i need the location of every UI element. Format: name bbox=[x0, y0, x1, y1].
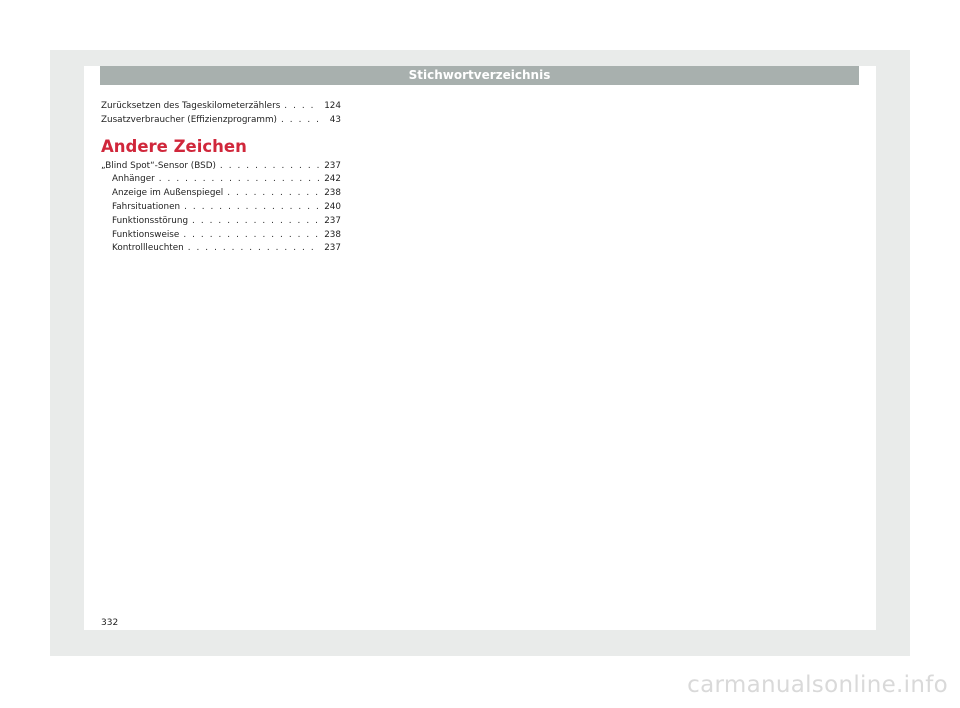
dot-leader bbox=[159, 173, 320, 187]
dot-leader bbox=[183, 229, 320, 243]
index-page-ref: 43 bbox=[329, 114, 341, 125]
index-entry-main: „Blind Spot“-Sensor (BSD) 237 bbox=[101, 160, 341, 174]
index-entry: Zurücksetzen des Tageskilometerzählers 1… bbox=[101, 100, 341, 114]
index-term: Zurücksetzen des Tageskilometerzählers bbox=[101, 101, 281, 111]
index-subentry: Anzeige im Außenspiegel 238 bbox=[101, 187, 341, 201]
index-subentry: Funktionsstörung 237 bbox=[101, 215, 341, 229]
index-page-ref: 124 bbox=[324, 101, 341, 111]
index-subentry: Fahrsituationen 240 bbox=[101, 201, 341, 215]
index-term: Funktionsweise bbox=[112, 229, 180, 240]
index-page-ref: 237 bbox=[324, 160, 341, 171]
index-term: Zusatzverbraucher (Effizienzprogramm) bbox=[101, 114, 277, 125]
index-term: Fahrsituationen bbox=[112, 201, 181, 212]
index-subentry: Funktionsweise 238 bbox=[101, 229, 341, 243]
index-page-ref: 237 bbox=[324, 243, 341, 254]
page-number: 332 bbox=[101, 618, 119, 628]
dot-leader bbox=[227, 187, 320, 201]
index-page-ref: 242 bbox=[324, 174, 341, 185]
watermark-text: carmanualsonline.info bbox=[687, 672, 948, 698]
index-term: Kontrollleuchten bbox=[112, 243, 184, 254]
page-header-title: Stichwortverzeichnis bbox=[100, 66, 859, 85]
index-page-ref: 238 bbox=[324, 229, 341, 240]
dot-leader bbox=[188, 242, 320, 256]
index-subentry: Kontrollleuchten 237 bbox=[101, 242, 341, 256]
index-term: Anhänger bbox=[112, 174, 155, 185]
index-page-ref: 238 bbox=[324, 188, 341, 199]
index-entry: Zusatzverbraucher (Effizienzprogramm) 43 bbox=[101, 114, 341, 128]
section-heading: Andere Zeichen bbox=[101, 136, 247, 156]
dot-leader bbox=[281, 114, 321, 128]
index-term: „Blind Spot“-Sensor (BSD) bbox=[101, 160, 216, 171]
index-subentry: Anhänger 242 bbox=[101, 173, 341, 187]
index-column: Zurücksetzen des Tageskilometerzählers 1… bbox=[101, 100, 341, 256]
index-page-ref: 237 bbox=[324, 215, 341, 226]
index-page-ref: 240 bbox=[324, 201, 341, 212]
index-term: Anzeige im Außenspiegel bbox=[112, 188, 224, 199]
dot-leader bbox=[284, 100, 320, 114]
dot-leader bbox=[192, 215, 320, 229]
dot-leader bbox=[220, 160, 320, 174]
dot-leader bbox=[184, 201, 320, 215]
index-term: Funktionsstörung bbox=[112, 215, 189, 226]
